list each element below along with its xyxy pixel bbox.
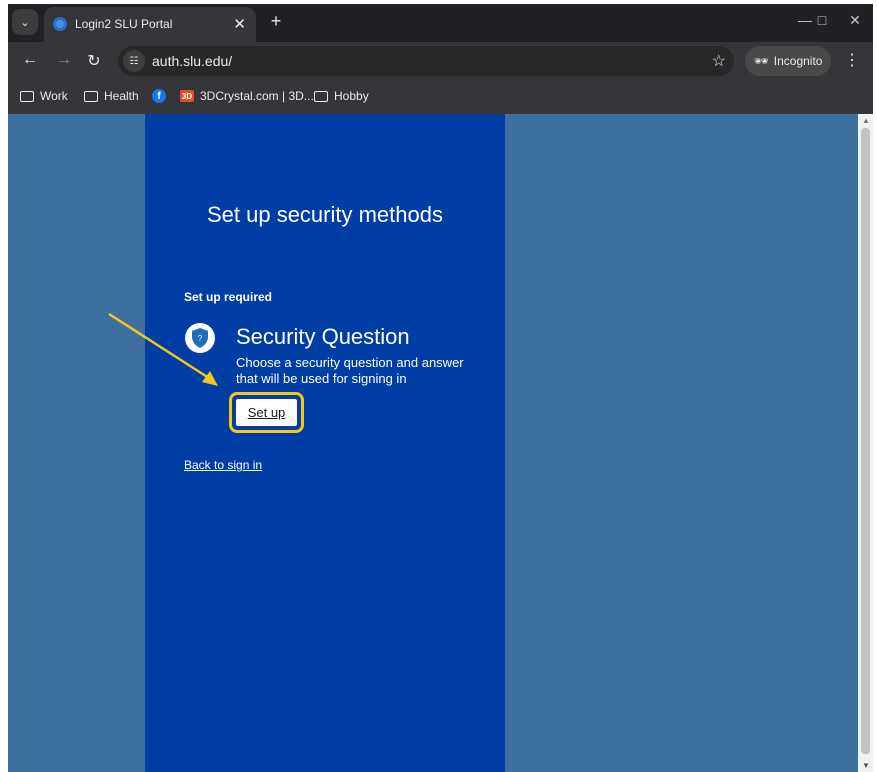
back-arrow-icon[interactable]: ← [20,51,40,69]
tab-strip: ⌄ Login2 SLU Portal ✕ + — □ ✕ [8,4,873,42]
forward-arrow-icon[interactable]: → [54,51,74,69]
browser-toolbar: ← → ↻ ☷ auth.slu.edu/ ☆ 🕶 Incognito ⋮ [8,42,873,80]
scroll-thumb[interactable] [861,128,870,754]
scroll-down-arrow-icon[interactable]: ▼ [862,761,870,770]
site-info-icon[interactable]: ☷ [123,50,145,72]
address-bar[interactable]: ☷ auth.slu.edu/ ☆ [118,46,734,76]
bookmark-star-icon[interactable]: ☆ [712,51,726,71]
bookmark-label: 3DCrystal.com | 3D... [200,89,314,103]
vertical-scrollbar[interactable]: ▲ ▼ [858,114,873,772]
browser-window: ⌄ Login2 SLU Portal ✕ + — □ ✕ ← → ↻ ☷ au… [0,0,877,772]
annotation-arrow-icon [108,312,218,386]
bookmark-work[interactable]: Work [20,89,68,103]
bookmark-label: Health [104,89,139,103]
3dcrystal-icon: 3D [180,90,194,102]
menu-kebab-icon[interactable]: ⋮ [844,50,860,70]
bookmarks-bar: Work Health f 3D 3DCrystal.com | 3D... H… [8,80,873,114]
folder-icon [20,90,34,102]
maximize-button[interactable]: □ [812,12,832,28]
bookmark-health[interactable]: Health [84,89,139,103]
bookmark-label: Hobby [334,89,369,103]
scroll-up-arrow-icon[interactable]: ▲ [862,116,870,125]
site-favicon-icon [53,17,67,31]
tab-title: Login2 SLU Portal [75,17,173,31]
incognito-indicator[interactable]: 🕶 Incognito [745,46,831,76]
url-text[interactable]: auth.slu.edu/ [152,53,232,69]
back-to-sign-in-link[interactable]: Back to sign in [184,458,262,472]
facebook-icon: f [152,89,166,103]
active-tab[interactable]: Login2 SLU Portal ✕ [44,7,256,42]
tab-search-button[interactable]: ⌄ [12,9,38,35]
close-window-button[interactable]: ✕ [845,12,865,29]
bookmark-hobby[interactable]: Hobby [314,89,369,103]
folder-icon [84,90,98,102]
browser-chrome: ⌄ Login2 SLU Portal ✕ + — □ ✕ ← → ↻ ☷ au… [8,4,873,114]
bookmark-3dcrystal[interactable]: 3D 3DCrystal.com | 3D... [180,89,314,103]
incognito-label: Incognito [773,54,823,68]
incognito-icon: 🕶 [753,54,769,68]
bookmark-label: Work [40,89,68,103]
close-tab-icon[interactable]: ✕ [233,15,246,33]
folder-icon [314,90,328,102]
reload-icon[interactable]: ↻ [84,51,104,71]
new-tab-button[interactable]: + [264,9,288,33]
page-viewport: Set up security methods Set up required … [8,114,873,772]
bookmark-facebook[interactable]: f [152,89,166,103]
